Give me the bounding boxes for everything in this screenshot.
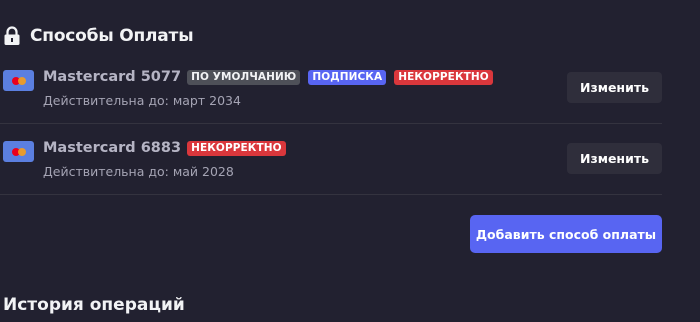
card-name-line: Mastercard 6883 НЕКОРРЕКТНО — [43, 140, 294, 156]
payment-methods-panel: Способы Оплаты Mastercard 5077 ПО УМОЛЧА… — [0, 0, 700, 322]
lock-icon — [3, 26, 21, 46]
mastercard-icon — [3, 70, 34, 91]
default-badge: ПО УМОЛЧАНИЮ — [187, 69, 301, 85]
mastercard-icon — [3, 141, 34, 162]
edit-card-button[interactable]: Изменить — [567, 143, 662, 174]
card-expiry: Действительна до: май 2028 — [43, 164, 234, 179]
payment-methods-header: Способы Оплаты — [3, 26, 194, 46]
subscription-badge: ПОДПИСКА — [308, 69, 387, 85]
payment-methods-title: Способы Оплаты — [30, 26, 194, 46]
edit-card-button[interactable]: Изменить — [567, 72, 662, 103]
card-name-line: Mastercard 5077 ПО УМОЛЧАНИЮ ПОДПИСКА НЕ… — [43, 69, 501, 85]
invalid-badge: НЕКОРРЕКТНО — [187, 140, 286, 156]
card-name: Mastercard 6883 — [43, 140, 182, 156]
card-expiry: Действительна до: март 2034 — [43, 93, 241, 108]
card-name: Mastercard 5077 — [43, 69, 182, 85]
transaction-history-title: История операций — [3, 295, 185, 315]
invalid-badge: НЕКОРРЕКТНО — [394, 69, 493, 85]
payment-card-row: Mastercard 5077 ПО УМОЛЧАНИЮ ПОДПИСКА НЕ… — [0, 53, 662, 124]
add-payment-method-button[interactable]: Добавить способ оплаты — [470, 215, 662, 253]
payment-card-row: Mastercard 6883 НЕКОРРЕКТНО Действительн… — [0, 124, 662, 195]
